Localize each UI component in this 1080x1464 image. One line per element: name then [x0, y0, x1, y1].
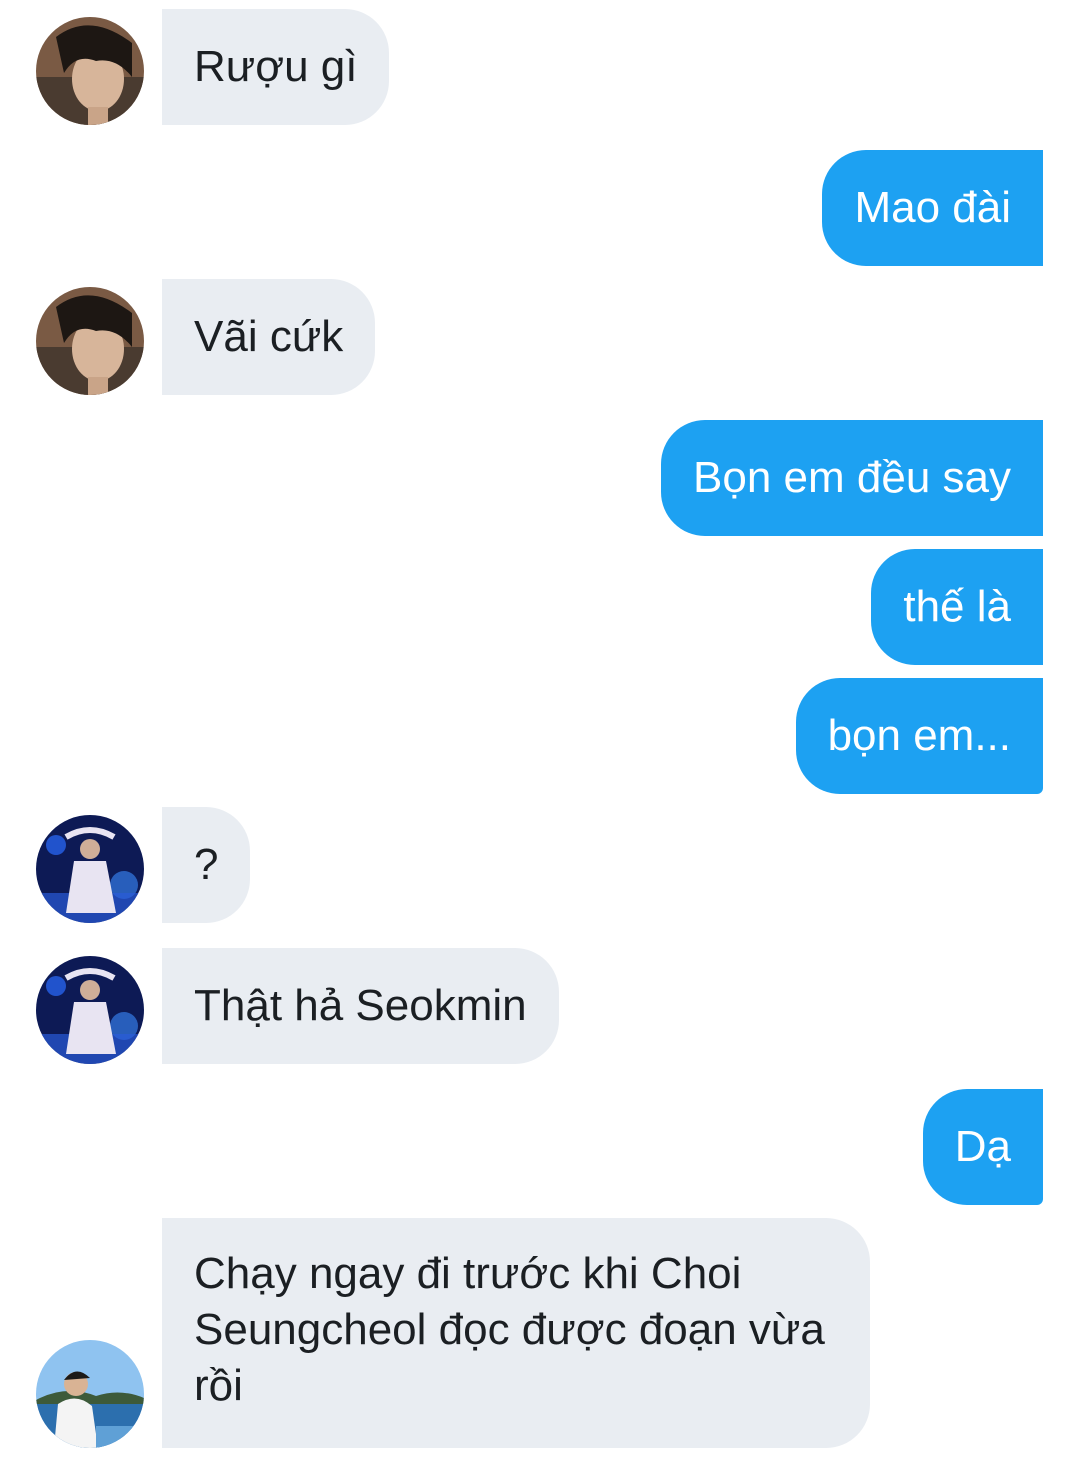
message-bubble-outgoing[interactable]: thế là: [871, 549, 1043, 665]
message-text: Bọn em đều say: [693, 453, 1011, 502]
message-text: thế là: [903, 582, 1011, 631]
profile-photo-icon: [36, 815, 144, 923]
message-bubble-outgoing[interactable]: Bọn em đều say: [661, 420, 1043, 536]
message-text: ?: [194, 840, 219, 889]
message-text: Vãi cứk: [194, 312, 344, 361]
avatar[interactable]: [36, 17, 144, 125]
message-text: Mao đài: [854, 183, 1011, 232]
message-bubble-incoming[interactable]: Thật hả Seokmin: [162, 948, 559, 1064]
profile-photo-icon: [36, 287, 144, 395]
message-bubble-incoming[interactable]: Chạy ngay đi trước khi Choi Seungcheol đ…: [162, 1218, 870, 1448]
message-bubble-incoming[interactable]: Rượu gì: [162, 9, 390, 125]
profile-photo-icon: [36, 17, 144, 125]
avatar[interactable]: [36, 1340, 144, 1448]
message-text: Thật hả Seokmin: [194, 981, 527, 1030]
chat-thread: Rượu gì Mao đài Vãi cứk Bọn em đều say t…: [0, 0, 1080, 1464]
message-text: bọn em...: [827, 711, 1011, 760]
message-text: Dạ: [954, 1122, 1011, 1171]
message-bubble-incoming[interactable]: ?: [162, 807, 251, 923]
message-text: Rượu gì: [194, 42, 358, 91]
message-bubble-incoming[interactable]: Vãi cứk: [162, 279, 376, 395]
avatar[interactable]: [36, 956, 144, 1064]
profile-photo-icon: [36, 956, 144, 1064]
message-bubble-outgoing[interactable]: bọn em...: [795, 678, 1043, 794]
message-bubble-outgoing[interactable]: Dạ: [922, 1089, 1043, 1205]
message-text: Chạy ngay đi trước khi Choi Seungcheol đ…: [194, 1249, 825, 1410]
avatar[interactable]: [36, 287, 144, 395]
message-bubble-outgoing[interactable]: Mao đài: [822, 150, 1043, 266]
avatar[interactable]: [36, 815, 144, 923]
profile-photo-icon: [36, 1340, 144, 1448]
